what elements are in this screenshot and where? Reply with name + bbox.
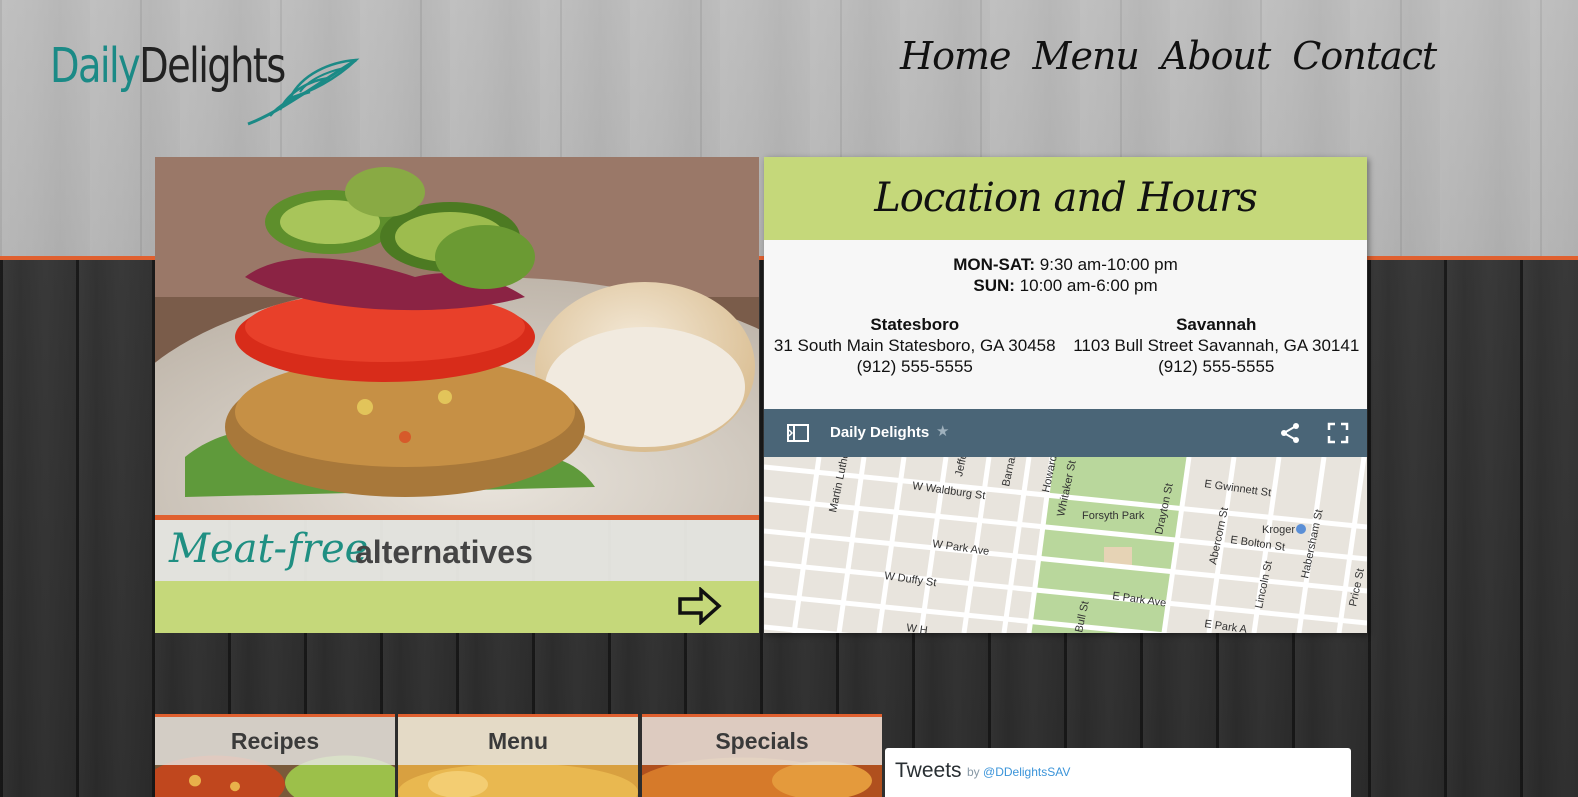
star-icon[interactable]: ★ <box>936 422 949 440</box>
share-icon[interactable] <box>1278 421 1302 445</box>
hours-days: MON-SAT: <box>953 255 1036 274</box>
hours-time: 9:30 am-10:00 pm <box>1039 255 1178 274</box>
fullscreen-icon[interactable] <box>1326 421 1350 445</box>
tile-menu[interactable]: Menu <box>398 714 638 797</box>
tile-specials[interactable]: Specials <box>642 714 882 797</box>
main-nav: Home Menu About Contact <box>900 34 1437 78</box>
logo[interactable]: DailyDelights <box>50 30 370 130</box>
right-arrow-icon[interactable] <box>677 587 723 625</box>
store-savannah: Savannah 1103 Bull Street Savannah, GA 3… <box>1066 314 1368 377</box>
store-address: 31 South Main Statesboro, GA 30458 <box>773 336 1056 355</box>
nav-menu[interactable]: Menu <box>1033 34 1140 78</box>
store-name: Savannah <box>1176 315 1257 334</box>
logo-daily: Daily <box>50 38 141 94</box>
hours-row: MON-SAT: 9:30 am-10:00 pm <box>764 254 1367 275</box>
hours-days: SUN: <box>973 276 1015 295</box>
store-list: Statesboro 31 South Main Statesboro, GA … <box>764 314 1367 377</box>
map-label: Kroger <box>1262 524 1295 536</box>
store-name: Statesboro <box>870 315 960 334</box>
nav-home[interactable]: Home <box>900 34 1012 78</box>
feature-footer <box>155 581 759 633</box>
location-header: Location and Hours <box>764 157 1367 240</box>
tile-recipes[interactable]: Recipes <box>155 714 395 797</box>
tile-label: Menu <box>398 717 638 765</box>
feature-panel[interactable]: Meat-free alternatives <box>155 157 759 633</box>
nav-contact[interactable]: Contact <box>1292 34 1437 78</box>
tweets-title: Tweets <box>895 759 962 782</box>
hours-row: SUN: 10:00 am-6:00 pm <box>764 275 1367 296</box>
feature-banner: Meat-free alternatives <box>155 520 759 581</box>
nav-about[interactable]: About <box>1161 34 1271 78</box>
tweets-by-word: by <box>967 765 980 779</box>
map-toolbar: Daily Delights ★ <box>764 409 1367 457</box>
leaf-icon <box>247 58 360 126</box>
banner-script-text: Meat-free <box>169 526 369 572</box>
tile-label: Recipes <box>155 717 395 765</box>
location-panel: Location and Hours MON-SAT: 9:30 am-10:0… <box>764 157 1367 633</box>
hours: MON-SAT: 9:30 am-10:00 pm SUN: 10:00 am-… <box>764 254 1367 296</box>
map-embed[interactable]: Daily Delights ★ Martin Luther K Jeffe B… <box>764 409 1367 633</box>
street-map[interactable]: Martin Luther K Jeffe Barnar Howard Whit… <box>764 457 1367 633</box>
location-title: Location and Hours <box>874 175 1258 221</box>
map-label: Forsyth Park <box>1082 510 1145 522</box>
sidebar-toggle-icon[interactable] <box>786 421 810 445</box>
tweets-handle[interactable]: @DDelightsSAV <box>983 765 1070 779</box>
burger-photo <box>155 157 759 515</box>
store-pin-icon <box>1296 524 1306 534</box>
tweets-byline: by @DDelightsSAV <box>967 765 1070 779</box>
store-phone: (912) 555-5555 <box>1158 357 1275 376</box>
map-label: W H <box>906 622 929 633</box>
map-title: Daily Delights <box>830 424 930 441</box>
tweets-widget: Tweets by @DDelightsSAV <box>885 748 1351 797</box>
hours-time: 10:00 am-6:00 pm <box>1019 276 1158 295</box>
store-statesboro: Statesboro 31 South Main Statesboro, GA … <box>764 314 1066 377</box>
store-phone: (912) 555-5555 <box>856 357 973 376</box>
store-address: 1103 Bull Street Savannah, GA 30141 <box>1073 336 1360 355</box>
tile-label: Specials <box>642 717 882 765</box>
banner-bold-text: alternatives <box>355 534 533 570</box>
